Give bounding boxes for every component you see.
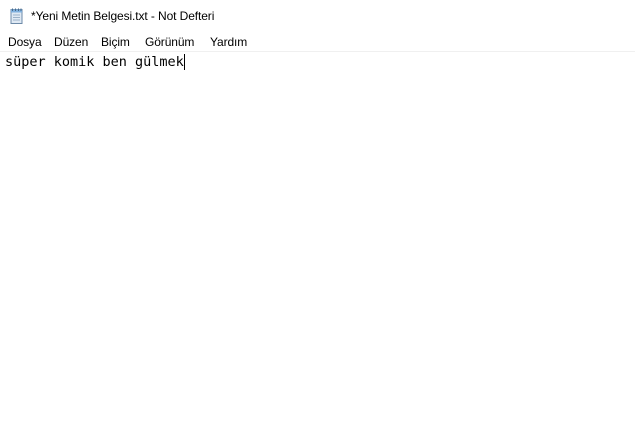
editor-content: süper komik ben gülmek xyxy=(5,54,185,70)
menu-file[interactable]: Dosya xyxy=(8,35,42,49)
text-caret xyxy=(183,54,185,70)
menu-help[interactable]: Yardım xyxy=(210,35,247,49)
menu-view[interactable]: Görünüm xyxy=(145,35,194,49)
menu-format[interactable]: Biçim xyxy=(101,35,130,49)
notepad-icon xyxy=(10,8,24,24)
window-title: *Yeni Metin Belgesi.txt - Not Defteri xyxy=(31,9,215,23)
menu-bar: Dosya Düzen Biçim Görünüm Yardım xyxy=(0,32,635,52)
editor-text-line: süper komik ben gülmek xyxy=(5,54,184,70)
menu-edit[interactable]: Düzen xyxy=(54,35,88,49)
notepad-window: *Yeni Metin Belgesi.txt - Not Defteri Do… xyxy=(0,0,635,443)
text-editor-area[interactable]: süper komik ben gülmek xyxy=(0,52,635,443)
title-bar[interactable]: *Yeni Metin Belgesi.txt - Not Defteri xyxy=(0,0,635,32)
